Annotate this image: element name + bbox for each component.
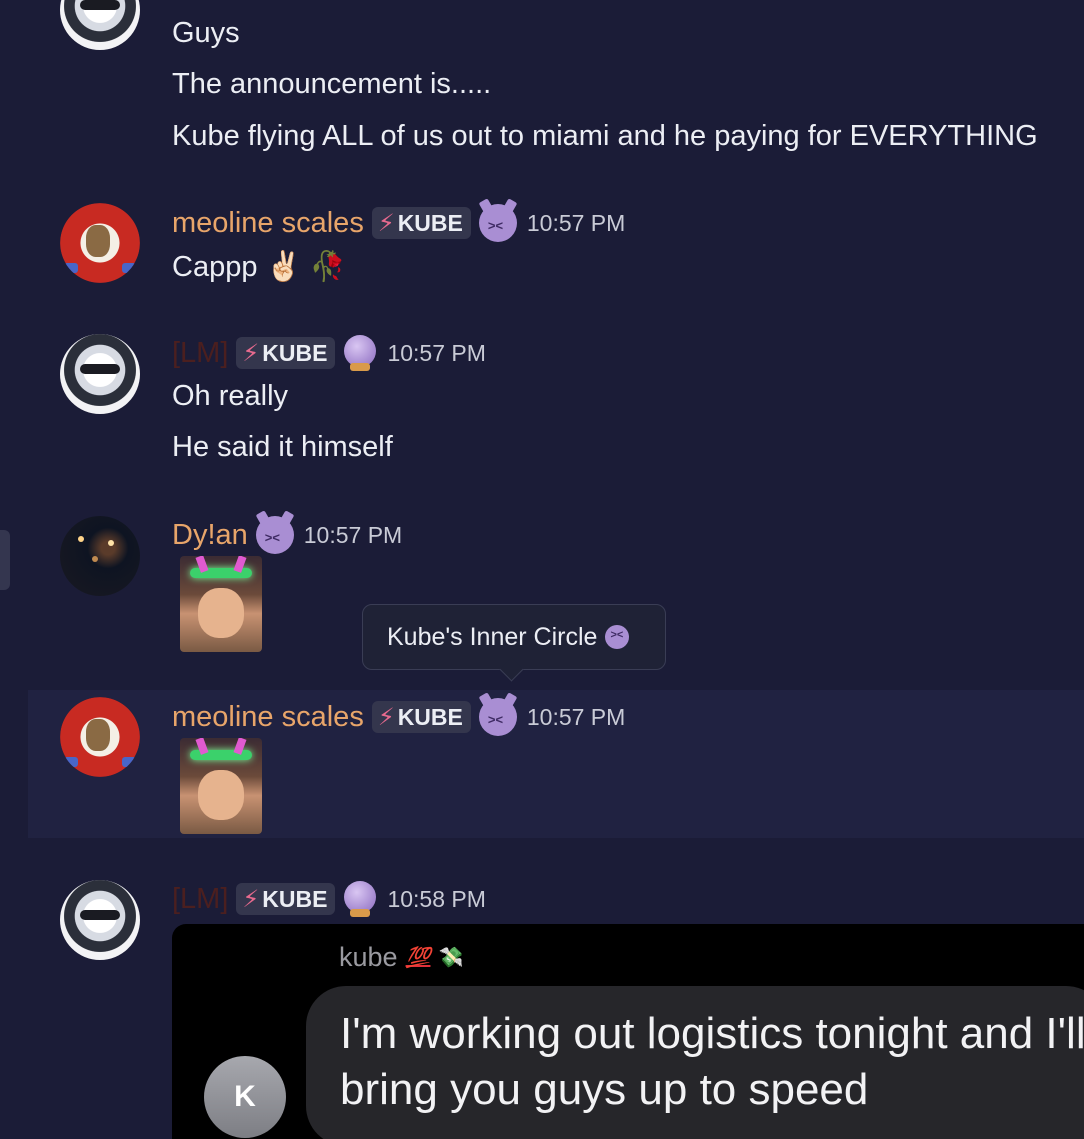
message-header: [LM] ⚡ KUBE 10:57 PM — [172, 333, 486, 373]
timestamp: 10:57 PM — [303, 521, 403, 548]
crystal-ball-emoji-icon[interactable] — [343, 335, 377, 371]
timestamp: 10:57 PM — [387, 339, 486, 366]
avatar[interactable] — [60, 697, 140, 777]
money-wings-icon: 💸 — [438, 947, 464, 969]
lightning-icon: ⚡ — [242, 339, 260, 367]
tooltip-text: Kube's Inner Circle — [387, 622, 598, 651]
avatar[interactable] — [60, 203, 140, 283]
crystal-ball-emoji-icon[interactable] — [343, 881, 377, 917]
message-header: [LM] ⚡ KUBE 10:58 PM — [172, 879, 486, 919]
username[interactable]: Dy!an — [172, 519, 248, 552]
screenshot-attachment[interactable]: kube 💯 💸 I'm working out logistics tonig… — [172, 924, 1084, 1139]
timestamp: 10:57 PM — [526, 703, 626, 730]
message-text: Guys — [172, 17, 240, 49]
username[interactable]: [LM] — [172, 883, 228, 916]
devil-emoji-icon: >< — [605, 625, 630, 649]
guild-tag[interactable]: ⚡ KUBE — [236, 883, 336, 915]
scrollbar-thumb[interactable] — [0, 530, 10, 590]
message-text: Cappp ✌🏻 🥀 — [172, 251, 346, 283]
message-header: Dy!an >< 10:57 PM — [172, 515, 402, 555]
username[interactable]: meoline scales — [172, 207, 364, 240]
hundred-points-icon: 💯 — [405, 947, 431, 969]
role-tooltip: Kube's Inner Circle >< — [362, 604, 666, 682]
lightning-icon: ⚡ — [242, 885, 260, 913]
image-attachment[interactable] — [180, 556, 262, 652]
message-text: The announcement is..... — [172, 68, 492, 100]
avatar[interactable] — [60, 880, 140, 960]
message-header: meoline scales ⚡ KUBE >< 10:57 PM — [172, 697, 625, 737]
message-header: meoline scales ⚡ KUBE >< 10:57 PM — [172, 203, 625, 243]
avatar[interactable] — [60, 0, 140, 50]
guild-tag[interactable]: ⚡ KUBE — [371, 701, 471, 733]
lightning-icon: ⚡ — [377, 703, 395, 731]
message-text: Kube flying ALL of us out to miami and h… — [172, 120, 1038, 152]
chat-bubble: I'm working out logistics tonight and I'… — [306, 986, 1084, 1139]
lightning-icon: ⚡ — [377, 209, 395, 237]
tooltip-arrow — [499, 657, 524, 682]
angry-devil-emoji-icon[interactable]: >< — [255, 516, 294, 554]
message-text: Oh really — [172, 380, 289, 412]
message-text: He said it himself — [172, 431, 393, 463]
avatar[interactable] — [60, 516, 140, 596]
image-attachment[interactable] — [180, 738, 262, 834]
contact-avatar: K — [204, 1056, 286, 1138]
username[interactable]: meoline scales — [172, 701, 364, 734]
timestamp: 10:58 PM — [387, 885, 486, 912]
guild-tag[interactable]: ⚡ KUBE — [236, 337, 336, 369]
screenshot-sender: kube 💯 💸 — [339, 942, 463, 973]
angry-devil-emoji-icon[interactable]: >< — [478, 204, 517, 242]
angry-devil-emoji-icon[interactable]: >< — [478, 698, 517, 736]
sender-name: kube — [339, 942, 398, 972]
avatar[interactable] — [60, 334, 140, 414]
timestamp: 10:57 PM — [526, 209, 626, 236]
guild-tag[interactable]: ⚡ KUBE — [371, 207, 471, 239]
username[interactable]: [LM] — [172, 337, 228, 370]
